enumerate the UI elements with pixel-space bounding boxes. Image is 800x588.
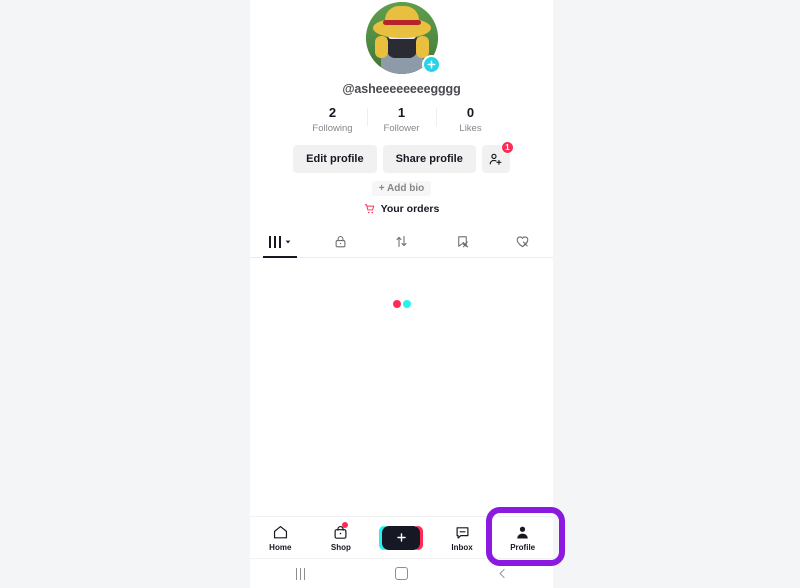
lock-icon [335, 235, 346, 248]
android-system-nav [250, 558, 553, 588]
repost-arrows-icon [396, 235, 407, 248]
home-square-icon [395, 567, 408, 580]
tab-posts[interactable] [250, 226, 311, 257]
profile-header: @asheeeeeeeegggg 2 Following 1 Follower … [250, 0, 553, 215]
avatar-arm-right [415, 36, 429, 58]
loader-dot-pink [392, 300, 401, 308]
person-add-icon [490, 153, 502, 165]
stat-value: 2 [328, 105, 337, 120]
chevron-down-icon [285, 240, 291, 243]
nav-item-profile[interactable]: Profile [492, 517, 553, 558]
avatar-hat-band [382, 20, 421, 25]
nav-item-home[interactable]: Home [250, 517, 311, 558]
nav-label: Profile [510, 542, 536, 552]
android-home-button[interactable] [351, 559, 452, 588]
loader-dot-cyan [402, 300, 411, 308]
add-friends-badge: 1 [500, 141, 514, 154]
nav-label: Shop [330, 542, 351, 552]
nav-label: Home [269, 542, 292, 552]
avatar[interactable] [365, 2, 441, 74]
profile-actions: Edit profile Share profile 1 [293, 141, 514, 173]
android-recents-button[interactable] [250, 559, 351, 588]
screenshot-canvas: @asheeeeeeeegggg 2 Following 1 Follower … [0, 0, 800, 588]
message-icon [456, 526, 469, 539]
tab-reposts[interactable] [371, 226, 432, 257]
nav-item-shop[interactable]: Shop [311, 517, 372, 558]
profile-stats: 2 Following 1 Follower 0 Likes [250, 105, 553, 134]
add-bio-button[interactable]: + Add bio [371, 181, 432, 196]
shopping-cart-icon [364, 204, 374, 214]
feed-area [250, 258, 553, 516]
person-icon [517, 526, 528, 538]
bottom-navigation: Home Shop Inbox Profile [250, 516, 553, 558]
content-tabs [250, 226, 553, 258]
edit-profile-button[interactable]: Edit profile [293, 145, 377, 173]
create-button-wrap [379, 525, 424, 550]
share-profile-button[interactable]: Share profile [382, 145, 476, 173]
tab-liked[interactable] [492, 226, 553, 257]
back-chevron-icon [499, 568, 505, 579]
nav-item-inbox[interactable]: Inbox [432, 517, 493, 558]
recents-icon [295, 567, 306, 580]
avatar-arm-left [374, 36, 388, 58]
profile-username: @asheeeeeeeegggg [342, 82, 461, 96]
tab-saved[interactable] [432, 226, 493, 257]
phone-screen: @asheeeeeeeegggg 2 Following 1 Follower … [250, 0, 553, 588]
stat-following[interactable]: 2 Following [298, 105, 367, 134]
plus-icon[interactable] [421, 55, 441, 74]
stat-label: Follower [383, 123, 420, 134]
plus-create-icon[interactable] [379, 525, 424, 550]
your-orders-label: Your orders [380, 203, 440, 215]
house-icon [273, 525, 287, 538]
heart-slash-icon [516, 236, 529, 248]
stat-value: 1 [397, 105, 406, 120]
android-back-button[interactable] [452, 559, 553, 588]
nav-item-create[interactable] [371, 517, 432, 558]
bookmark-slash-icon [457, 236, 468, 248]
your-orders-link[interactable]: Your orders [364, 203, 440, 215]
stat-label: Likes [459, 123, 482, 134]
tiktok-dots-loader [392, 300, 411, 308]
stat-likes[interactable]: 0 Likes [436, 105, 505, 134]
stat-value: 0 [466, 105, 475, 120]
add-friends-button[interactable]: 1 [481, 141, 514, 173]
tab-private[interactable] [311, 226, 372, 257]
stat-label: Following [312, 123, 353, 134]
nav-label: Inbox [451, 542, 473, 552]
grid-posts-icon [268, 235, 282, 248]
stat-follower[interactable]: 1 Follower [367, 105, 436, 134]
